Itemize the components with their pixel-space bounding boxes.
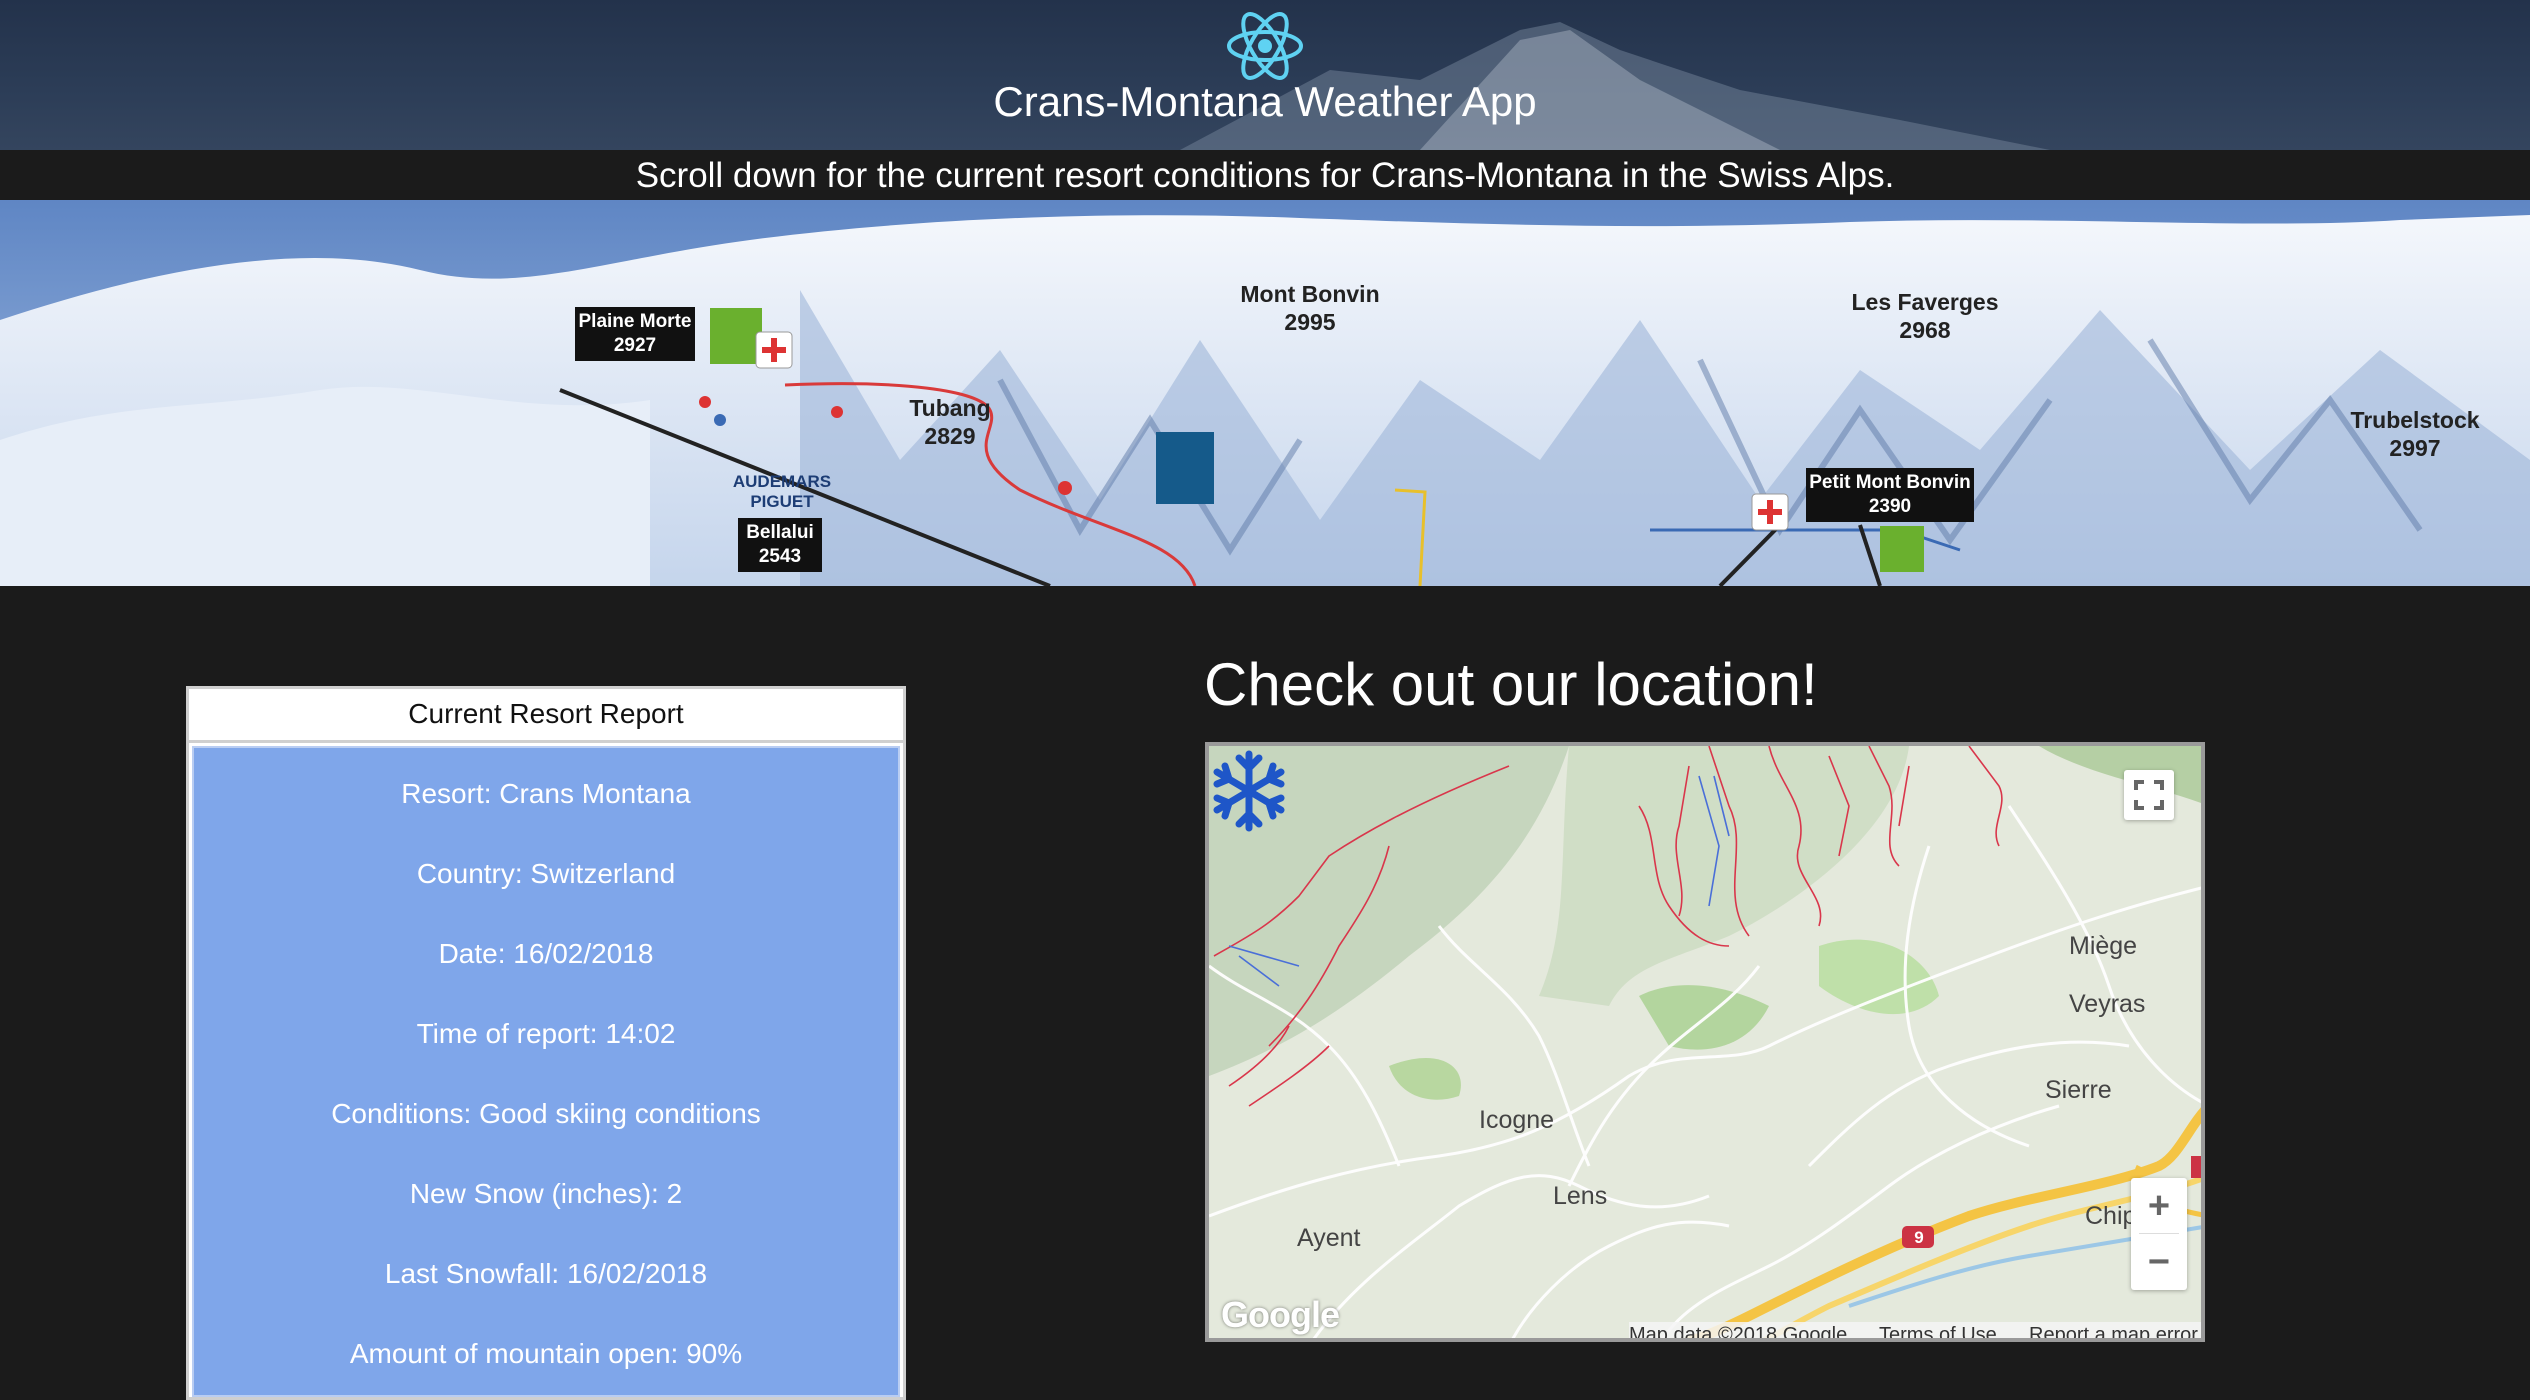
zoom-out-button[interactable]: − — [2131, 1234, 2187, 1290]
report-country: Country: Switzerland — [416, 858, 676, 889]
place-label-icogne: Icogne — [1479, 1106, 1555, 1134]
report-conditions: Conditions: Good skiing conditions — [331, 1098, 761, 1129]
peak-label-mont-bonvin: Mont Bonvin 2995 — [1230, 280, 1390, 336]
peak-label-plaine-morte: Plaine Morte 2927 — [575, 307, 695, 361]
report-mountain-open: Amount of mountain open: 90% — [349, 1338, 743, 1369]
map-attribution-bar: Map data ©2018 Google Terms of Use Repor… — [1629, 1322, 2201, 1342]
place-label-miege: Miège — [2069, 932, 2138, 960]
sponsor-label: AUDEMARS PIGUET — [732, 472, 832, 511]
place-label-chip: Chip — [2085, 1202, 2137, 1230]
react-atom-icon — [1227, 12, 1303, 80]
subtitle-text: Scroll down for the current resort condi… — [635, 156, 1895, 195]
snowflake-icon[interactable] — [1209, 746, 1289, 836]
peak-altitude: 2995 — [1284, 309, 1336, 335]
panorama-illustration — [0, 200, 2530, 586]
peak-name: Petit Mont Bonvin — [1809, 472, 1971, 493]
peak-name: Trubelstock — [2350, 407, 2480, 433]
place-label-sierre: Sierre — [2045, 1076, 2112, 1104]
map-section-title: Check out our location! — [1204, 651, 1818, 718]
ski-school-badge — [1156, 432, 1214, 504]
peak-label-bellalui: Bellalui 2543 — [738, 518, 822, 572]
zoom-in-button[interactable]: + — [2131, 1178, 2187, 1234]
ski-resort-panorama: Plaine Morte 2927 Mont Bonvin 2995 Les F… — [0, 200, 2530, 586]
app-header: Crans-Montana Weather App — [0, 0, 2530, 150]
peak-label-tubang: Tubang 2829 — [895, 394, 1005, 450]
fullscreen-icon — [2134, 780, 2164, 810]
peak-name: Bellalui — [746, 522, 814, 543]
resort-report-card: Current Resort Report Resort: Crans Mont… — [186, 686, 906, 1400]
wifi-badge — [710, 308, 762, 364]
report-body: Resort: Crans Montana Country: Switzerla… — [192, 746, 900, 1397]
road-badge: 9 — [1914, 1228, 1924, 1247]
report-map-error-link[interactable]: Report a map error — [2029, 1324, 2198, 1338]
report-heading: Current Resort Report — [189, 689, 903, 743]
peak-altitude: 2390 — [1868, 496, 1912, 517]
peak-name: Plaine Morte — [578, 311, 692, 332]
peak-altitude: 2543 — [758, 546, 802, 567]
report-last-snowfall: Last Snowfall: 16/02/2018 — [384, 1258, 708, 1289]
map-fullscreen-button[interactable] — [2124, 770, 2174, 820]
place-label-lens: Lens — [1553, 1182, 1608, 1210]
peak-altitude: 2829 — [924, 423, 976, 449]
terms-of-use-link[interactable]: Terms of Use — [1879, 1324, 1997, 1338]
report-time: Time of report: 14:02 — [416, 1018, 676, 1049]
place-label-ayent: Ayent — [1297, 1224, 1361, 1252]
peak-name: Mont Bonvin — [1240, 281, 1380, 307]
subtitle-bar: Scroll down for the current resort condi… — [0, 150, 2530, 200]
report-new-snow: New Snow (inches): 2 — [409, 1178, 683, 1209]
report-resort: Resort: Crans Montana — [401, 778, 691, 809]
google-logo[interactable]: Google — [1221, 1294, 1340, 1336]
peak-altitude: 2968 — [1899, 317, 1951, 343]
peak-altitude: 2997 — [2389, 435, 2441, 461]
peak-altitude: 2927 — [613, 335, 657, 356]
peak-name: Les Faverges — [1851, 289, 1999, 315]
map-data-credit: Map data ©2018 Google — [1629, 1324, 1848, 1342]
peak-name: Tubang — [909, 395, 991, 421]
peak-label-trubelstock: Trubelstock 2997 — [2340, 406, 2490, 462]
map-zoom-control: + − — [2131, 1178, 2187, 1290]
place-label-veyras: Veyras — [2069, 990, 2146, 1018]
report-date: Date: 16/02/2018 — [438, 938, 654, 969]
peak-label-les-faverges: Les Faverges 2968 — [1840, 288, 2010, 344]
location-map[interactable]: Miège Veyras Sierre Icogne Lens Ayent Ch… — [1205, 742, 2205, 1342]
peak-label-petit-mont-bonvin: Petit Mont Bonvin 2390 — [1806, 468, 1974, 522]
app-title: Crans-Montana Weather App — [993, 78, 1537, 125]
